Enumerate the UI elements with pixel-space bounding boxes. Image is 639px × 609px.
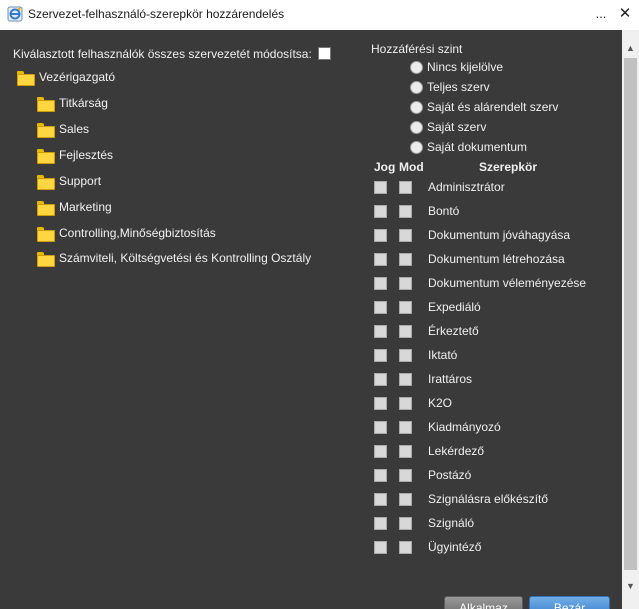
role-label: Expediáló <box>428 300 481 314</box>
jog-checkbox[interactable] <box>374 517 387 530</box>
tree-node-label: Support <box>59 174 102 188</box>
access-level-title: Hozzáférési szint <box>371 42 463 56</box>
access-option-label: Teljes szerv <box>427 80 490 94</box>
apply-button[interactable]: Alkalmaz <box>444 596 523 609</box>
access-option-label: Saját és alárendelt szerv <box>427 100 559 114</box>
role-label: Szignálásra előkészítő <box>428 492 549 506</box>
access-option-label: Nincs kijelölve <box>427 60 504 74</box>
mod-checkbox[interactable] <box>399 445 412 458</box>
role-label: Adminisztrátor <box>428 180 505 194</box>
modify-all-checkbox[interactable] <box>318 47 331 60</box>
tree-node-label: Titkárság <box>59 96 108 110</box>
role-label: Érkeztető <box>428 324 479 338</box>
jog-checkbox[interactable] <box>374 181 387 194</box>
jog-checkbox[interactable] <box>374 397 387 410</box>
role-label: Dokumentum véleményezése <box>428 276 587 290</box>
radio-button[interactable] <box>410 81 423 94</box>
folder-icon <box>37 201 55 216</box>
folder-icon <box>37 175 55 190</box>
role-label: K2O <box>428 396 453 410</box>
tree-node-label: Marketing <box>59 200 112 214</box>
jog-checkbox[interactable] <box>374 277 387 290</box>
folder-icon <box>37 227 55 242</box>
role-label: Szignáló <box>428 516 475 530</box>
column-header-jog: Jog <box>374 160 396 174</box>
jog-checkbox[interactable] <box>374 325 387 338</box>
mod-checkbox[interactable] <box>399 421 412 434</box>
role-label: Lekérdező <box>428 444 485 458</box>
scroll-down-arrow-icon[interactable]: ▼ <box>622 578 639 594</box>
mod-checkbox[interactable] <box>399 541 412 554</box>
window-title: Szervezet-felhasználó-szerepkör hozzáren… <box>28 7 285 21</box>
access-option-label: Saját szerv <box>427 120 487 134</box>
close-button[interactable]: Bezár <box>529 596 610 609</box>
tree-node-label: Vezérigazgató <box>39 70 116 84</box>
column-header-mod: Mod <box>399 160 424 174</box>
mod-checkbox[interactable] <box>399 469 412 482</box>
scroll-up-arrow-icon[interactable]: ▲ <box>622 40 639 56</box>
role-label: Dokumentum jóváhagyása <box>428 228 571 242</box>
mod-checkbox[interactable] <box>399 301 412 314</box>
tree-node-label: Számviteli, Költségvetési és Kontrolling… <box>59 251 312 265</box>
folder-icon <box>37 149 55 164</box>
role-label: Iktató <box>428 348 458 362</box>
mod-checkbox[interactable] <box>399 277 412 290</box>
jog-checkbox[interactable] <box>374 541 387 554</box>
mod-checkbox[interactable] <box>399 493 412 506</box>
folder-icon <box>37 97 55 112</box>
jog-checkbox[interactable] <box>374 469 387 482</box>
radio-button[interactable] <box>410 121 423 134</box>
mod-checkbox[interactable] <box>399 181 412 194</box>
title-bar: Szervezet-felhasználó-szerepkör hozzáren… <box>0 0 639 30</box>
folder-icon <box>37 252 55 267</box>
tree-node-label: Sales <box>59 122 90 136</box>
mod-checkbox[interactable] <box>399 349 412 362</box>
jog-checkbox[interactable] <box>374 421 387 434</box>
mod-checkbox[interactable] <box>399 397 412 410</box>
jog-checkbox[interactable] <box>374 205 387 218</box>
jog-checkbox[interactable] <box>374 349 387 362</box>
mod-checkbox[interactable] <box>399 229 412 242</box>
radio-button[interactable] <box>410 101 423 114</box>
role-label: Postázó <box>428 468 472 482</box>
role-label: Bontó <box>428 204 460 218</box>
folder-icon <box>37 123 55 138</box>
role-label: Kiadmányozó <box>428 420 501 434</box>
role-label: Dokumentum létrehozása <box>428 252 565 266</box>
app-icon <box>7 6 23 22</box>
mod-checkbox[interactable] <box>399 325 412 338</box>
window-close-button[interactable]: ✕ <box>614 2 636 26</box>
access-option-label: Saját dokumentum <box>427 140 528 154</box>
modify-all-label: Kiválasztott felhasználók összes szervez… <box>13 47 312 61</box>
mod-checkbox[interactable] <box>399 253 412 266</box>
mod-checkbox[interactable] <box>399 373 412 386</box>
radio-button[interactable] <box>410 141 423 154</box>
role-label: Ügyintéző <box>428 540 482 554</box>
radio-button[interactable] <box>410 61 423 74</box>
tree-node-label: Fejlesztés <box>59 148 114 162</box>
jog-checkbox[interactable] <box>374 373 387 386</box>
mod-checkbox[interactable] <box>399 205 412 218</box>
folder-icon <box>17 71 35 86</box>
column-header-role: Szerepkör <box>479 160 538 174</box>
jog-checkbox[interactable] <box>374 493 387 506</box>
role-label: Irattáros <box>428 372 473 386</box>
window-menu-button[interactable]: ... <box>591 2 611 26</box>
scrollbar-thumb[interactable] <box>624 58 637 570</box>
jog-checkbox[interactable] <box>374 253 387 266</box>
jog-checkbox[interactable] <box>374 445 387 458</box>
mod-checkbox[interactable] <box>399 517 412 530</box>
jog-checkbox[interactable] <box>374 229 387 242</box>
dialog-body: Kiválasztott felhasználók összes szervez… <box>0 30 622 609</box>
vertical-scrollbar[interactable]: ▲ ▼ <box>622 30 639 609</box>
tree-node-label: Controlling,Minőségbiztosítás <box>59 226 216 240</box>
jog-checkbox[interactable] <box>374 301 387 314</box>
